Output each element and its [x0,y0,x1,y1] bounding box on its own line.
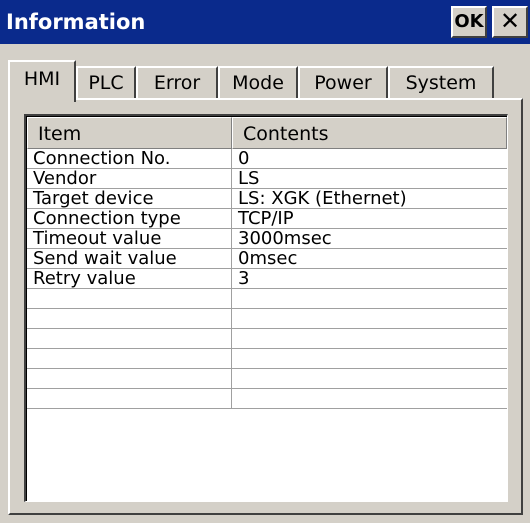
table-row[interactable]: Retry value 3 [27,269,507,289]
table-row[interactable]: Connection type TCP/IP [27,209,507,229]
tab-power[interactable]: Power [298,66,388,100]
close-button[interactable]: ✕ [492,6,528,38]
table-row[interactable]: Connection No. 0 [27,149,507,169]
contents-cell: 0msec [232,249,507,269]
table-row[interactable] [27,329,507,349]
contents-cell: LS [232,169,507,189]
table-row[interactable]: Target device LS: XGK (Ethernet) [27,189,507,209]
tab-system[interactable]: System [388,66,494,100]
item-cell [27,309,232,329]
table-header: Item Contents [27,117,507,149]
item-cell: Retry value [27,269,232,289]
contents-cell: LS: XGK (Ethernet) [232,189,507,209]
tab-hmi[interactable]: HMI [8,60,76,102]
item-cell [27,289,232,309]
window-title: Information [6,10,146,34]
contents-cell [232,289,507,309]
item-cell: Send wait value [27,249,232,269]
item-cell [27,369,232,389]
tab-error[interactable]: Error [136,66,218,100]
tab-panel-hmi: Item Contents Connection No. 0 Vendor LS Tar… [8,98,523,515]
contents-cell: 0 [232,149,507,169]
table-row[interactable] [27,369,507,389]
column-header-contents[interactable]: Contents [232,117,507,149]
contents-cell [232,389,507,409]
item-cell: Timeout value [27,229,232,249]
contents-cell [232,329,507,349]
ok-button[interactable]: OK [451,6,487,38]
contents-cell: 3 [232,269,507,289]
information-dialog: Information OK ✕ HMI PLC Error Mode Powe… [0,0,530,523]
table-row[interactable]: Vendor LS [27,169,507,189]
item-cell: Connection type [27,209,232,229]
tab-mode[interactable]: Mode [218,66,298,100]
item-cell: Vendor [27,169,232,189]
item-cell: Target device [27,189,232,209]
tab-strip: HMI PLC Error Mode Power System [8,58,528,102]
table-row[interactable] [27,309,507,329]
item-cell [27,389,232,409]
table-row[interactable] [27,289,507,309]
info-table[interactable]: Item Contents Connection No. 0 Vendor LS Tar… [24,114,508,502]
contents-cell [232,369,507,389]
contents-cell [232,349,507,369]
tab-plc[interactable]: PLC [76,66,136,100]
table-row[interactable] [27,349,507,369]
item-cell [27,349,232,369]
table-row[interactable]: Timeout value 3000msec [27,229,507,249]
item-cell [27,329,232,349]
table-row[interactable] [27,389,507,409]
contents-cell [232,309,507,329]
contents-cell: 3000msec [232,229,507,249]
close-icon: ✕ [499,7,521,35]
contents-cell: TCP/IP [232,209,507,229]
item-cell: Connection No. [27,149,232,169]
column-header-item[interactable]: Item [27,117,232,149]
table-row[interactable]: Send wait value 0msec [27,249,507,269]
title-bar: Information OK ✕ [0,0,530,44]
